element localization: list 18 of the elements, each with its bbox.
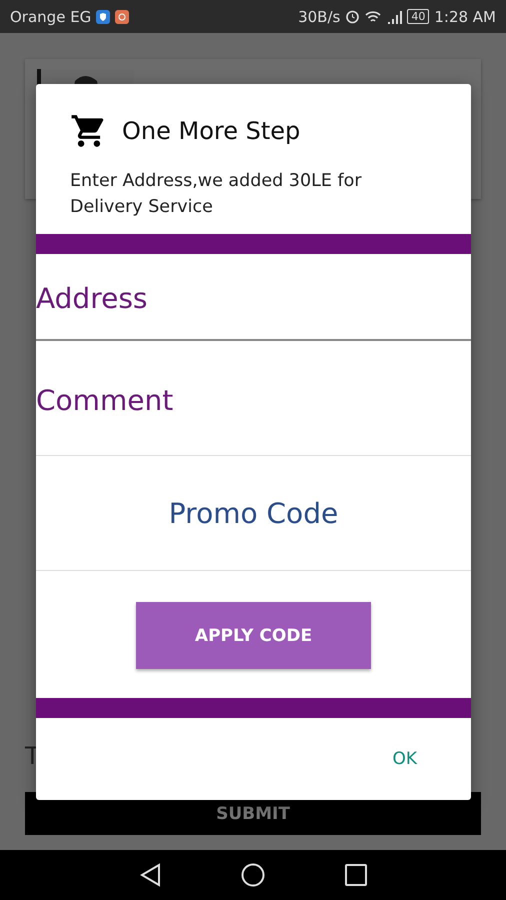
app-icon [115, 10, 130, 24]
back-icon[interactable] [139, 863, 161, 887]
promo-code-field[interactable]: Promo Code [36, 456, 471, 571]
shield-icon [96, 10, 110, 24]
dialog-title: One More Step [122, 117, 300, 145]
alarm-icon [345, 9, 360, 24]
input-field[interactable]: Address [36, 254, 471, 341]
ok-button[interactable]: OK [386, 743, 423, 775]
dialog-message: Enter Address,we added 30LE for Delivery Service [70, 170, 363, 219]
signal-icon [386, 10, 402, 24]
clock-time: 1:28 AM [434, 8, 496, 26]
battery-level: 40 [407, 9, 430, 24]
wifi-icon [365, 10, 382, 24]
home-icon[interactable] [241, 863, 265, 887]
recents-icon[interactable] [345, 864, 367, 886]
network-speed: 30B/s [298, 8, 340, 26]
apply-code-button[interactable]: APPLY CODE [136, 602, 371, 669]
carrier-name: Orange EG [10, 8, 92, 26]
